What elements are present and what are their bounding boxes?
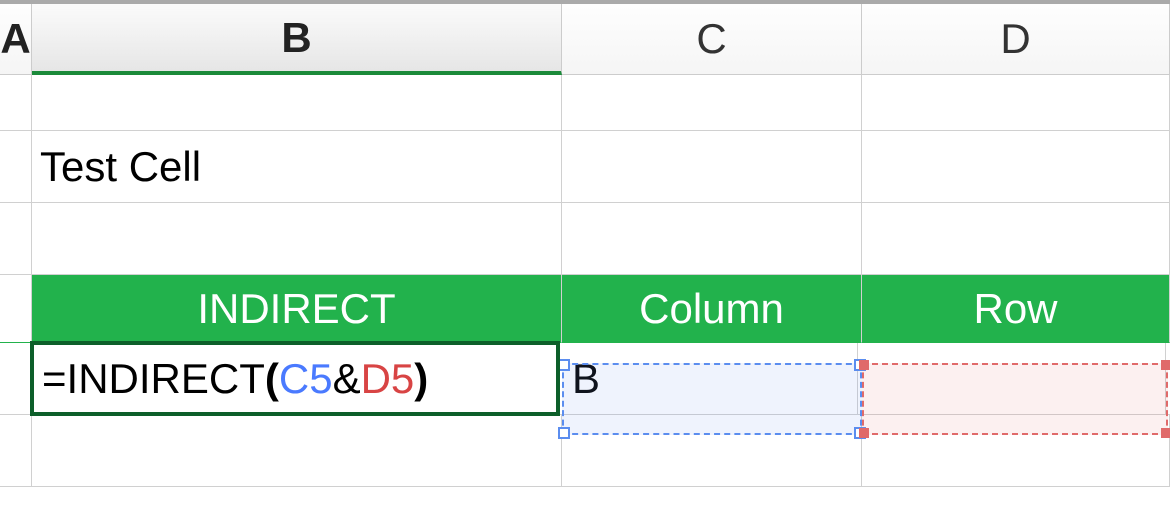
cell-d5[interactable] bbox=[858, 343, 1166, 414]
header-indirect[interactable]: INDIRECT bbox=[32, 275, 562, 343]
row-5: =INDIRECT(C5&D5) B bbox=[0, 343, 1170, 415]
cell-b1[interactable] bbox=[32, 75, 562, 130]
formula-ref-d5: D5 bbox=[361, 355, 415, 403]
formula-open-paren: ( bbox=[265, 355, 279, 403]
cell-b2[interactable]: Test Cell bbox=[32, 131, 562, 202]
formula-close-paren: ) bbox=[414, 355, 428, 403]
col-header-b[interactable]: B bbox=[32, 4, 562, 75]
cell-a1[interactable] bbox=[0, 75, 32, 130]
row-1 bbox=[0, 75, 1170, 131]
cell-d1[interactable] bbox=[862, 75, 1170, 130]
row-6 bbox=[0, 415, 1170, 487]
formula-editor[interactable]: =INDIRECT(C5&D5) bbox=[42, 355, 428, 403]
cell-a4[interactable] bbox=[0, 275, 32, 343]
cell-c6[interactable] bbox=[562, 415, 862, 486]
cell-b3[interactable] bbox=[32, 203, 562, 274]
spreadsheet-grid[interactable]: A B C D Test Cell INDIRECT Column Row bbox=[0, 0, 1170, 519]
formula-function-name: INDIRECT bbox=[67, 355, 265, 403]
cell-d6[interactable] bbox=[862, 415, 1170, 486]
cell-a2[interactable] bbox=[0, 131, 32, 202]
col-header-a[interactable]: A bbox=[0, 4, 32, 75]
column-headers-row: A B C D bbox=[0, 0, 1170, 75]
col-header-d[interactable]: D bbox=[862, 4, 1170, 75]
header-column[interactable]: Column bbox=[562, 275, 862, 343]
col-header-c[interactable]: C bbox=[562, 4, 862, 75]
row-2: Test Cell bbox=[0, 131, 1170, 203]
cell-c2[interactable] bbox=[562, 131, 862, 202]
cell-c3[interactable] bbox=[562, 203, 862, 274]
formula-ampersand: & bbox=[333, 355, 361, 403]
row-4-headers: INDIRECT Column Row bbox=[0, 275, 1170, 343]
formula-equals: = bbox=[42, 355, 67, 403]
cell-d2[interactable] bbox=[862, 131, 1170, 202]
cell-a5[interactable] bbox=[0, 343, 32, 414]
cell-c1[interactable] bbox=[562, 75, 862, 130]
header-row[interactable]: Row bbox=[862, 275, 1170, 343]
cell-d3[interactable] bbox=[862, 203, 1170, 274]
cell-c5[interactable]: B bbox=[558, 343, 858, 414]
cell-a3[interactable] bbox=[0, 203, 32, 274]
cell-b6[interactable] bbox=[32, 415, 562, 486]
cell-a6[interactable] bbox=[0, 415, 32, 486]
cell-b5-editing[interactable]: =INDIRECT(C5&D5) bbox=[30, 341, 560, 416]
row-3 bbox=[0, 203, 1170, 275]
formula-ref-c5: C5 bbox=[279, 355, 333, 403]
